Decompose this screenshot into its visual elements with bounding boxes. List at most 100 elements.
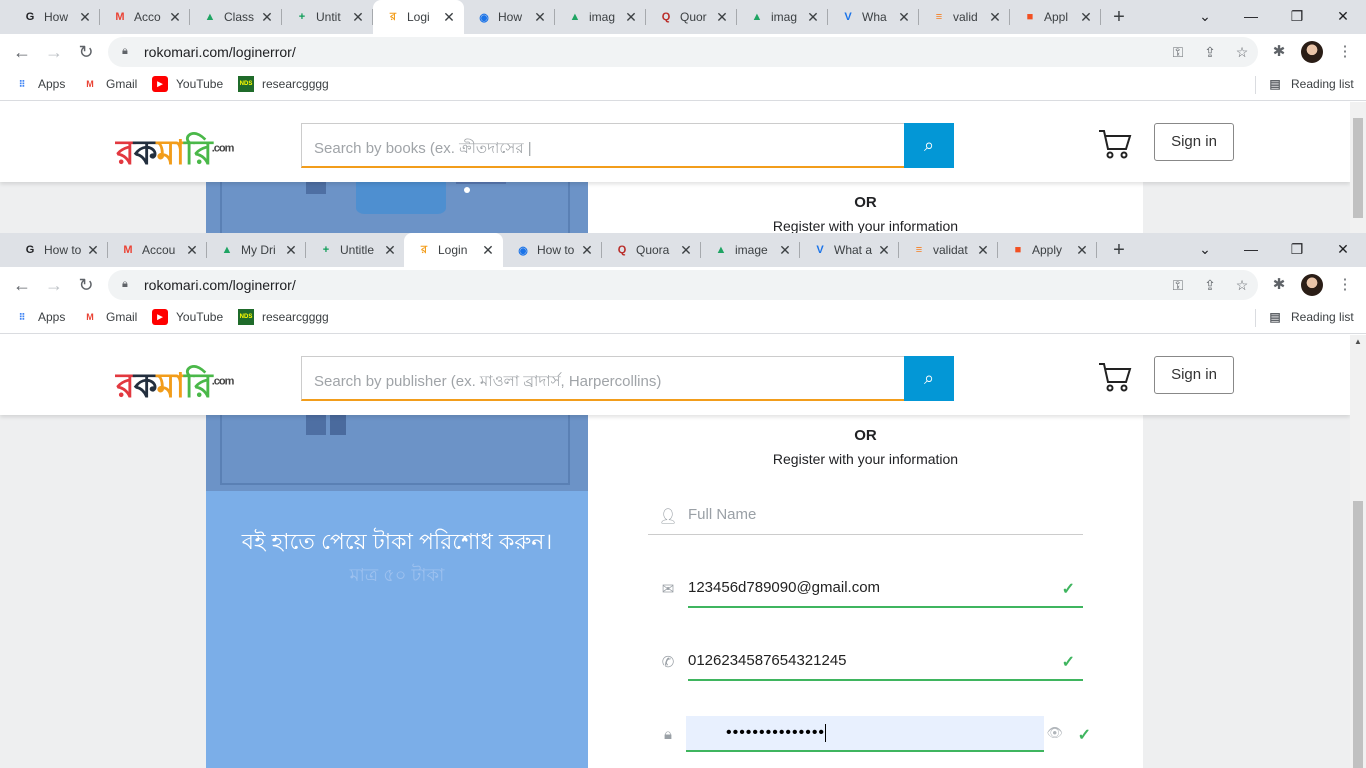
tab[interactable]: ▲ My Dri ✕ (207, 233, 306, 267)
tab[interactable]: ▲ image ✕ (701, 233, 800, 267)
page-scrollbar[interactable] (1350, 102, 1366, 233)
bookmark-youtube[interactable]: ▶ YouTube (152, 70, 223, 98)
close-window-icon[interactable]: ✕ (1320, 233, 1366, 267)
bookmark-star-icon[interactable]: ☆ (1226, 44, 1258, 61)
tab-close-icon[interactable]: ✕ (479, 242, 497, 259)
cart-icon[interactable] (1097, 361, 1133, 393)
tab-close-icon[interactable]: ✕ (84, 242, 102, 259)
bookmark-research[interactable]: NDS researcgggg (238, 303, 329, 331)
menu-icon[interactable]: ⋮ (1334, 274, 1356, 296)
tab-close-icon[interactable]: ✕ (986, 9, 1004, 26)
back-icon[interactable]: ← (8, 271, 36, 299)
tab[interactable]: ▲ Class ✕ (190, 0, 282, 34)
tab-close-icon[interactable]: ✕ (183, 242, 201, 259)
search-button[interactable]: ⌕ (904, 123, 954, 168)
close-window-icon[interactable]: ✕ (1320, 0, 1366, 34)
reading-list[interactable]: ▤ Reading list (1267, 303, 1353, 331)
full-name-field[interactable]: 👤︎ Full Name (648, 497, 1083, 535)
key-icon[interactable]: ⚿ (1162, 44, 1194, 61)
reload-icon[interactable]: ↻ (72, 38, 100, 66)
forward-icon[interactable]: → (40, 271, 68, 299)
tab-close-icon[interactable]: ✕ (776, 242, 794, 259)
tab-close-icon[interactable]: ✕ (713, 9, 731, 26)
eye-icon[interactable]: 👁︎ (1046, 725, 1063, 741)
tab[interactable]: Q Quora ✕ (602, 233, 701, 267)
back-icon[interactable]: ← (8, 38, 36, 66)
key-icon[interactable]: ⚿ (1162, 277, 1194, 294)
tab[interactable]: V Wha ✕ (828, 0, 919, 34)
restore-icon[interactable]: ❐ (1274, 233, 1320, 267)
extensions-icon[interactable]: ✱ (1268, 41, 1290, 63)
carousel-dot[interactable] (464, 187, 470, 193)
share-icon[interactable]: ⇪ (1194, 277, 1226, 294)
new-tab-button[interactable]: + (1106, 4, 1132, 30)
new-tab-button[interactable]: + (1106, 237, 1132, 263)
profile-avatar[interactable] (1301, 274, 1323, 296)
tab-close-icon[interactable]: ✕ (578, 242, 596, 259)
tab-search-icon[interactable]: ⌄ (1182, 233, 1228, 267)
tab[interactable]: ▲ imag ✕ (737, 0, 828, 34)
password-input[interactable]: ••••••••••••••• (686, 716, 1044, 752)
email-field[interactable]: ✉ 123456d789090@gmail.com ✓ (648, 570, 1083, 608)
minimize-icon[interactable]: — (1228, 233, 1274, 267)
tab-close-icon[interactable]: ✕ (875, 242, 893, 259)
forward-icon[interactable]: → (40, 38, 68, 66)
scroll-up-icon[interactable]: ▲ (1350, 335, 1366, 349)
tab[interactable]: G How to ✕ (10, 233, 108, 267)
bookmark-star-icon[interactable]: ☆ (1226, 277, 1258, 294)
scrollbar-thumb[interactable] (1353, 501, 1363, 768)
tab-close-icon[interactable]: ✕ (76, 9, 94, 26)
tab-close-icon[interactable]: ✕ (804, 9, 822, 26)
profile-avatar[interactable] (1301, 41, 1323, 63)
tab-close-icon[interactable]: ✕ (381, 242, 399, 259)
tab-close-icon[interactable]: ✕ (166, 9, 184, 26)
tab-close-icon[interactable]: ✕ (895, 9, 913, 26)
tab-close-icon[interactable]: ✕ (349, 9, 367, 26)
search-button[interactable]: ⌕ (904, 356, 954, 401)
phone-field[interactable]: ✆ 0126234587654321245 ✓ (648, 643, 1083, 681)
bookmark-apps[interactable]: ⠿ Apps (14, 70, 66, 98)
tab-close-icon[interactable]: ✕ (258, 9, 276, 26)
tab-close-icon[interactable]: ✕ (677, 242, 695, 259)
tab[interactable]: ◉ How to ✕ (503, 233, 602, 267)
tab-close-icon[interactable]: ✕ (1077, 9, 1095, 26)
address-bar[interactable]: 🔒︎ rokomari.com/loginerror/ ⚿ ⇪ ☆ (108, 270, 1258, 300)
rokomari-logo[interactable]: রকমারি.com (116, 360, 234, 417)
tab[interactable]: Q Quor ✕ (646, 0, 737, 34)
sign-in-button[interactable]: Sign in (1154, 356, 1234, 394)
tab[interactable]: V What a ✕ (800, 233, 899, 267)
bookmark-apps[interactable]: ⠿ Apps (14, 303, 66, 331)
reload-icon[interactable]: ↻ (72, 271, 100, 299)
tab[interactable]: M Accou ✕ (108, 233, 207, 267)
tab[interactable]: ▲ imag ✕ (555, 0, 646, 34)
bookmark-gmail[interactable]: M Gmail (82, 303, 137, 331)
bookmark-gmail[interactable]: M Gmail (82, 70, 137, 98)
tab-search-icon[interactable]: ⌄ (1182, 0, 1228, 34)
tab[interactable]: ≡ validat ✕ (899, 233, 998, 267)
bookmark-youtube[interactable]: ▶ YouTube (152, 303, 223, 331)
tab[interactable]: ■ Appl ✕ (1010, 0, 1101, 34)
tab[interactable]: G How ✕ (10, 0, 100, 34)
address-bar[interactable]: 🔒︎ rokomari.com/loginerror/ ⚿ ⇪ ☆ (108, 37, 1258, 67)
tab[interactable]: র Logi ✕ (373, 0, 464, 34)
search-input[interactable]: Search by publisher (ex. মাওলা ব্রাদার্স… (301, 356, 905, 401)
tab-close-icon[interactable]: ✕ (282, 242, 300, 259)
restore-icon[interactable]: ❐ (1274, 0, 1320, 34)
tab-close-icon[interactable]: ✕ (440, 9, 458, 26)
tab[interactable]: M Acco ✕ (100, 0, 190, 34)
search-input[interactable]: Search by books (ex. ক্রীতদাসের | (301, 123, 905, 168)
tab-close-icon[interactable]: ✕ (974, 242, 992, 259)
sign-in-button[interactable]: Sign in (1154, 123, 1234, 161)
tab[interactable]: ■ Apply ✕ (998, 233, 1097, 267)
menu-icon[interactable]: ⋮ (1334, 41, 1356, 63)
tab-close-icon[interactable]: ✕ (1073, 242, 1091, 259)
tab-close-icon[interactable]: ✕ (622, 9, 640, 26)
page-scrollbar[interactable]: ▲ (1350, 335, 1366, 768)
tab[interactable]: ≡ valid ✕ (919, 0, 1010, 34)
extensions-icon[interactable]: ✱ (1268, 274, 1290, 296)
tab[interactable]: + Untit ✕ (282, 0, 373, 34)
reading-list[interactable]: ▤ Reading list (1267, 70, 1353, 98)
scrollbar-thumb[interactable] (1353, 118, 1363, 218)
tab[interactable]: ◉ How ✕ (464, 0, 555, 34)
bookmark-research[interactable]: NDS researcgggg (238, 70, 329, 98)
